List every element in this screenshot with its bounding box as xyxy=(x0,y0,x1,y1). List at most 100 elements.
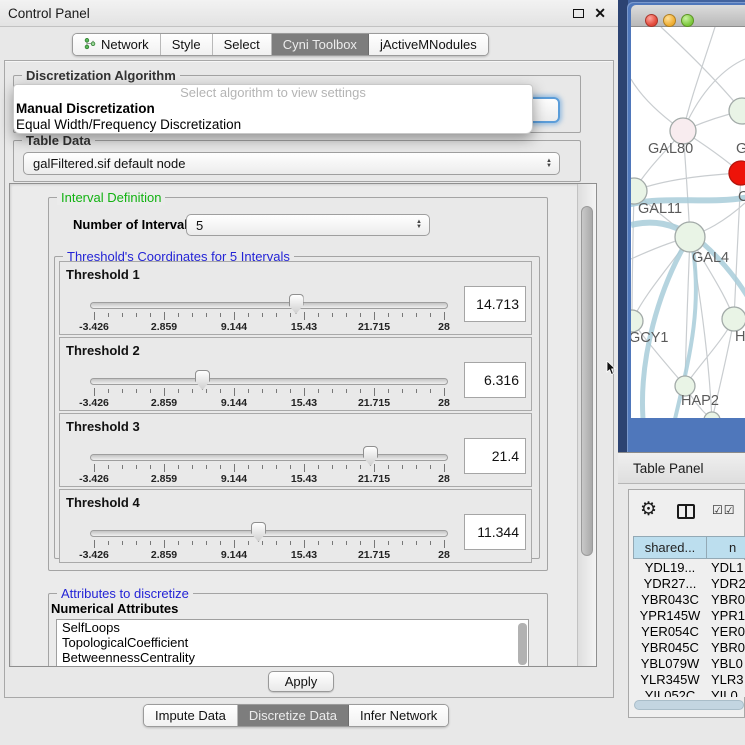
cell-name: YBL0 xyxy=(707,656,745,672)
list-item[interactable]: SelfLoops xyxy=(57,620,528,635)
slider-tick xyxy=(234,312,235,320)
panel-scrollbar-track[interactable] xyxy=(577,184,596,666)
network-node[interactable] xyxy=(729,98,745,124)
slider-tick xyxy=(444,540,445,548)
slider-tick xyxy=(206,313,207,317)
tab-discretize-data[interactable]: Discretize Data xyxy=(238,705,349,726)
settings-scroll-panel: Interval Definition Number of Intervals … xyxy=(9,183,597,667)
table-row[interactable]: YER054CYER0 xyxy=(633,624,745,640)
tab-network[interactable]: Network xyxy=(73,34,161,55)
slider-tick xyxy=(388,389,389,393)
table-data-combobox[interactable]: galFiltered.sif default node ▲▼ xyxy=(23,152,560,175)
apply-button[interactable]: Apply xyxy=(268,671,334,692)
slider-tick xyxy=(150,541,151,545)
table-row[interactable]: YDL19...YDL1 xyxy=(633,560,745,576)
close-icon[interactable]: ✕ xyxy=(594,5,606,22)
network-node[interactable] xyxy=(631,310,643,332)
column-header-name[interactable]: n xyxy=(707,536,745,559)
table-row[interactable]: YBR043CYBR0 xyxy=(633,592,745,608)
checkbox-icons[interactable]: ☑☑ xyxy=(712,503,736,517)
minimize-button[interactable] xyxy=(663,14,676,27)
slider-tick xyxy=(360,541,361,545)
slider-tick xyxy=(94,388,95,396)
tab-cyni-toolbox[interactable]: Cyni Toolbox xyxy=(272,34,369,55)
slider-track[interactable] xyxy=(90,302,448,309)
dropdown-item[interactable]: Manual Discretization xyxy=(14,101,532,117)
tab-impute-data[interactable]: Impute Data xyxy=(144,705,238,726)
slider-tick-label: 2.859 xyxy=(151,397,177,409)
slider-thumb[interactable] xyxy=(251,522,266,542)
dropdown-prompt-item[interactable]: Select algorithm to view settings xyxy=(14,85,532,101)
slider-tick xyxy=(318,465,319,469)
slider-tick xyxy=(122,313,123,317)
threshold-value-field[interactable]: 21.4 xyxy=(464,438,526,474)
network-view-canvas[interactable]: GAL80GACGAL11GAL4GCY1HHAP2 xyxy=(631,27,745,418)
network-node[interactable] xyxy=(675,222,705,252)
slider-tick xyxy=(94,540,95,548)
tab-infer-network[interactable]: Infer Network xyxy=(349,705,448,726)
slider-track[interactable] xyxy=(90,454,448,461)
cell-name: YER0 xyxy=(707,624,745,640)
table-row[interactable]: YBL079WYBL0 xyxy=(633,656,745,672)
threshold-value-field[interactable]: 6.316 xyxy=(464,362,526,398)
slider-track[interactable] xyxy=(90,378,448,385)
slider-tick xyxy=(276,389,277,393)
table-data-group-title: Table Data xyxy=(22,133,95,148)
slider-thumb[interactable] xyxy=(363,446,378,466)
table-row[interactable]: YPR145WYPR1 xyxy=(633,608,745,624)
numerical-attributes-list[interactable]: SelfLoopsTopologicalCoefficientBetweenne… xyxy=(56,619,529,667)
settings-gear-icon[interactable]: ⚙ xyxy=(640,500,657,519)
close-button[interactable] xyxy=(645,14,658,27)
slider-tick xyxy=(430,541,431,545)
table-row[interactable]: YLR345WYLR3 xyxy=(633,672,745,688)
column-split-icon[interactable] xyxy=(677,504,695,519)
threshold-value-field[interactable]: 11.344 xyxy=(464,514,526,550)
slider-tick xyxy=(220,389,221,393)
slider-tick xyxy=(262,465,263,469)
slider-tick xyxy=(248,541,249,545)
network-node-label: GAL11 xyxy=(638,201,682,217)
slider-tick xyxy=(346,313,347,317)
slider-tick xyxy=(444,388,445,396)
slider-thumb[interactable] xyxy=(289,294,304,314)
list-scrollbar-thumb[interactable] xyxy=(518,623,527,665)
network-node[interactable] xyxy=(704,412,720,418)
slider-track[interactable] xyxy=(90,530,448,537)
list-item[interactable]: TopologicalCoefficient xyxy=(57,635,528,650)
network-node[interactable] xyxy=(722,307,745,331)
cell-shared-name: YLR345W xyxy=(633,672,707,688)
table-row[interactable]: YBR045CYBR0 xyxy=(633,640,745,656)
table-row[interactable]: YIL052CYIL0 xyxy=(633,688,745,697)
dropdown-item[interactable]: Equal Width/Frequency Discretization xyxy=(14,117,532,133)
slider-tick xyxy=(346,465,347,469)
tab-jactivemnodules[interactable]: jActiveMNodules xyxy=(369,34,488,55)
threshold-value-field[interactable]: 14.713 xyxy=(464,286,526,322)
number-of-intervals-combobox[interactable]: 5 ▲▼ xyxy=(186,214,430,236)
tab-label: Infer Network xyxy=(360,708,437,723)
slider-tick xyxy=(136,389,137,393)
discretization-algorithm-group-title: Discretization Algorithm xyxy=(22,68,180,83)
slider-tick xyxy=(108,541,109,545)
list-item[interactable]: BetweennessCentrality xyxy=(57,650,528,665)
tab-select[interactable]: Select xyxy=(213,34,272,55)
table-row[interactable]: YDR27...YDR2 xyxy=(633,576,745,592)
zoom-button[interactable] xyxy=(681,14,694,27)
cell-shared-name: YDR27... xyxy=(633,576,707,592)
slider-tick xyxy=(234,464,235,472)
slider-tick xyxy=(276,465,277,469)
slider-thumb[interactable] xyxy=(195,370,210,390)
float-window-icon[interactable] xyxy=(573,9,584,18)
slider-tick-label: 9.144 xyxy=(221,397,247,409)
cell-name: YBR0 xyxy=(707,640,745,656)
horizontal-scrollbar-thumb[interactable] xyxy=(634,700,744,710)
panel-scrollbar-thumb[interactable] xyxy=(581,206,593,556)
slider-tick xyxy=(290,541,291,545)
slider-tick xyxy=(332,313,333,317)
slider-tick xyxy=(416,389,417,393)
interval-definition-group-title: Interval Definition xyxy=(57,190,165,205)
tab-style[interactable]: Style xyxy=(161,34,213,55)
network-edge xyxy=(632,191,634,321)
slider-tick xyxy=(318,313,319,317)
slider-tick xyxy=(374,540,375,548)
column-header-shared[interactable]: shared... xyxy=(633,536,707,559)
